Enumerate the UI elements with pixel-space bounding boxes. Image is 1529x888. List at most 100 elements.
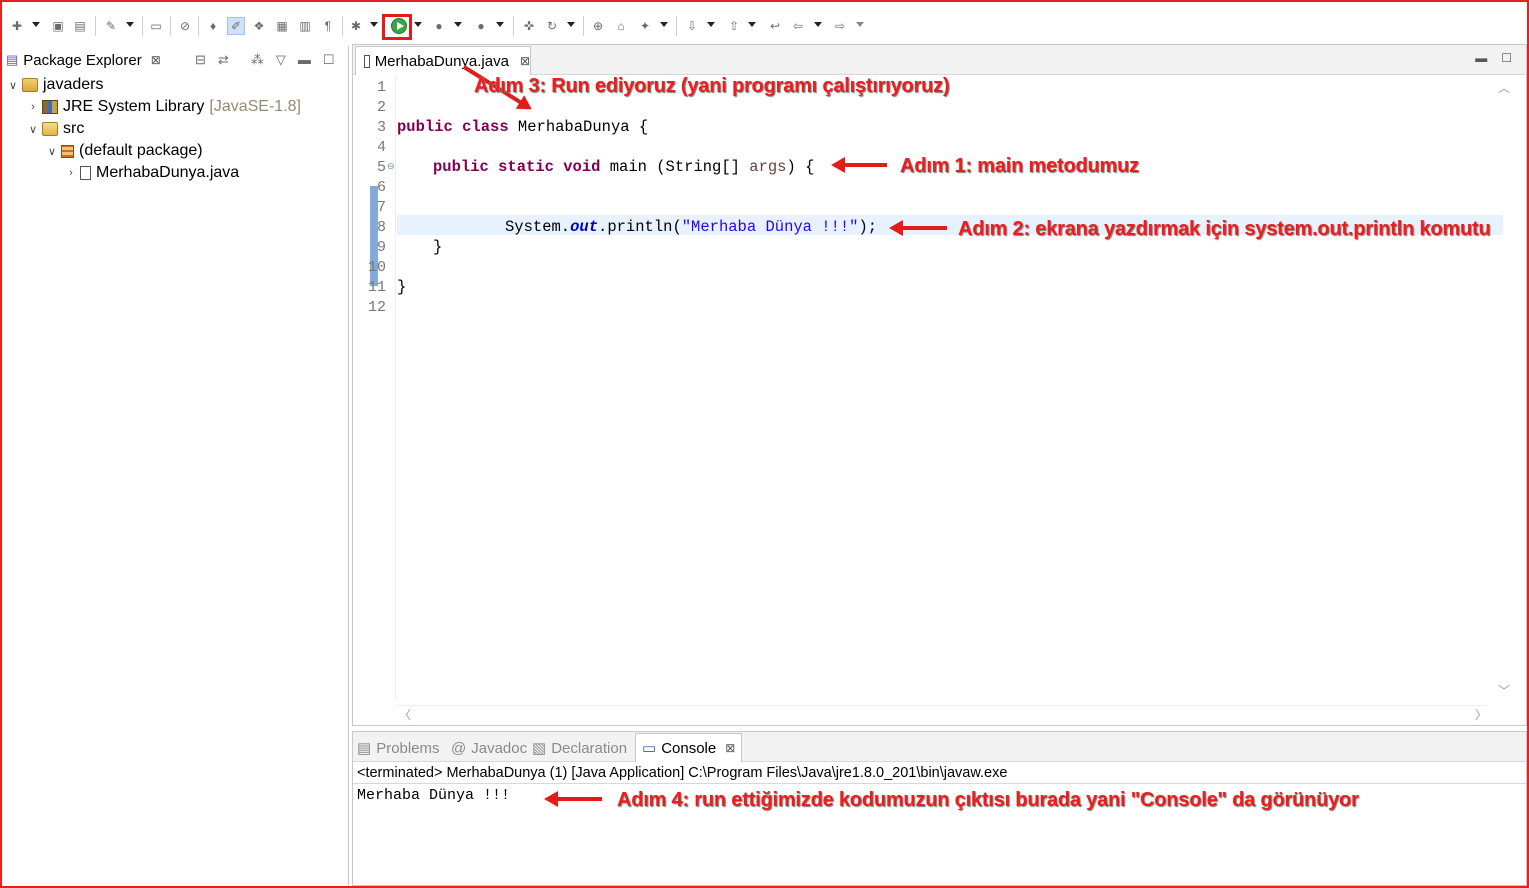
filters-icon[interactable]: ⁂ (251, 52, 264, 68)
save-all-icon[interactable]: ▤ (71, 17, 89, 35)
toolbar-separator (342, 16, 343, 36)
view-menu-icon[interactable]: ▽ (276, 52, 286, 68)
annotation-step4: Adım 4: run ettiğimizde kodumuzun çıktıs… (617, 789, 1359, 811)
previous-annotation-icon[interactable]: ⇧ (725, 17, 743, 35)
debug-icon[interactable]: ✱ (347, 17, 365, 35)
chevron-down-icon[interactable]: ∨ (45, 145, 59, 158)
show-whitespace-icon[interactable]: ¶ (319, 17, 337, 35)
code-line-8: System.out.println("Merhaba Dünya !!!"); (505, 217, 877, 237)
refresh-icon[interactable]: ↻ (543, 17, 561, 35)
scroll-left-icon[interactable]: 〈 (399, 706, 411, 723)
search-dropdown[interactable] (660, 22, 668, 27)
string-literal: "Merhaba Dünya !!!" (681, 218, 859, 236)
new-dropdown[interactable] (32, 22, 40, 27)
skip-breakpoints-icon[interactable]: ⊘ (176, 17, 194, 35)
forward-icon[interactable]: ⇨ (831, 17, 849, 35)
editor-horizontal-scrollbar[interactable]: 〈 〉 (397, 705, 1487, 723)
chevron-right-icon[interactable]: › (64, 167, 78, 179)
scroll-right-icon[interactable]: 〉 (1475, 706, 1487, 723)
maximize-icon[interactable]: ☐ (323, 52, 335, 68)
close-icon[interactable]: ⊠ (725, 741, 735, 755)
close-icon[interactable]: ⊠ (520, 54, 530, 68)
console-output[interactable]: Merhaba Dünya !!! (357, 787, 510, 804)
previous-annotation-dropdown[interactable] (748, 22, 756, 27)
next-annotation-icon[interactable]: ⇩ (683, 17, 701, 35)
line-number: 10 (367, 259, 386, 276)
run-icon[interactable] (391, 18, 407, 34)
scroll-down-icon[interactable]: ﹀ (1498, 682, 1510, 699)
coverage-dropdown[interactable] (454, 22, 462, 27)
forward-dropdown[interactable] (856, 22, 864, 27)
tree-item-label: (default package) (79, 142, 203, 159)
tree-item-src[interactable]: ∨ src (26, 118, 84, 140)
annotation-arrow-step4 (544, 791, 602, 807)
build-icon[interactable]: ✎ (102, 17, 120, 35)
tab-javadoc[interactable]: @ Javadoc (451, 738, 527, 758)
close-icon[interactable]: ⊠ (151, 53, 161, 67)
refresh-dropdown[interactable] (567, 22, 575, 27)
debug-dropdown[interactable] (370, 22, 378, 27)
tab-declaration[interactable]: ▧ Declaration (532, 738, 627, 758)
line-number: 7 (376, 199, 386, 216)
next-annotation-dropdown[interactable] (707, 22, 715, 27)
source-folder-icon (42, 122, 58, 136)
editor-vertical-scrollbar[interactable]: ︿ ﹀ (1498, 79, 1512, 699)
link-with-editor-icon[interactable]: ⇄ (218, 52, 229, 68)
tree-item-jre-library[interactable]: › JRE System Library [JavaSE-1.8] (26, 96, 301, 118)
maximize-icon[interactable]: ☐ (1501, 51, 1512, 65)
back-icon[interactable]: ⇦ (789, 17, 807, 35)
code-text: MerhabaDunya { (508, 118, 649, 136)
new-java-project-icon[interactable]: ♦ (204, 17, 222, 35)
fold-icon[interactable]: ⊖ (387, 161, 395, 172)
code-text: System. (505, 218, 571, 236)
java-file-icon (364, 54, 370, 68)
terminal-icon[interactable]: ▭ (147, 17, 165, 35)
show-whitespace-icon[interactable]: ▦ (273, 17, 291, 35)
editor-tab-merhabadunya[interactable]: MerhabaDunya.java ⊠ (355, 46, 531, 75)
mark-occurrences-icon[interactable]: ✐ (227, 17, 245, 35)
search-icon[interactable]: ✦ (636, 17, 654, 35)
chevron-right-icon[interactable]: › (26, 101, 40, 113)
open-task-icon[interactable]: ⌂ (612, 17, 630, 35)
keyword: public static void (433, 158, 601, 176)
annotation-step3: Adım 3: Run ediyoruz (yani programı çalı… (474, 75, 950, 97)
tab-problems[interactable]: ▤ Problems (357, 738, 440, 758)
tree-item-javaders[interactable]: ∨ javaders (6, 74, 104, 96)
scroll-up-icon[interactable]: ︿ (1498, 79, 1510, 96)
collapse-all-icon[interactable]: ⊟ (195, 52, 206, 68)
run-dropdown[interactable] (414, 22, 422, 27)
new-icon[interactable]: ✚ (8, 17, 26, 35)
tree-item-suffix: [JavaSE-1.8] (209, 98, 301, 115)
chevron-down-icon[interactable]: ∨ (26, 123, 40, 136)
build-dropdown[interactable] (126, 22, 134, 27)
annotation-step2: Adım 2: ekrana yazdırmak için system.out… (958, 218, 1491, 240)
chevron-down-icon[interactable]: ∨ (6, 79, 20, 92)
minimize-icon[interactable]: ▬ (298, 52, 311, 68)
bottom-tab-bar: ▤ Problems @ Javadoc ▧ Declaration ▭ Console… (353, 732, 1526, 762)
new-class-icon[interactable]: ✜ (520, 17, 538, 35)
code-text: ) { (786, 158, 815, 176)
block-selection-icon[interactable]: ▥ (296, 17, 314, 35)
toggle-breadcrumb-icon[interactable]: ❖ (250, 17, 268, 35)
project-icon (22, 78, 38, 92)
minimize-icon[interactable]: ▬ (1475, 51, 1487, 65)
external-tools-icon[interactable]: ● (472, 17, 490, 35)
coverage-icon[interactable]: ● (430, 17, 448, 35)
toolbar-separator (513, 16, 514, 36)
code-line-5: public static void main (String[] args) … (433, 157, 814, 177)
package-explorer-tab[interactable]: ▤ Package Explorer ⊠ (6, 48, 161, 72)
tree-item-default-package[interactable]: ∨ (default package) (45, 140, 203, 162)
javadoc-icon: @ (451, 739, 467, 757)
external-tools-dropdown[interactable] (496, 22, 504, 27)
editor-window-controls: ▬ ☐ (1475, 51, 1512, 65)
tree-item-merhabadunya-java[interactable]: › MerhabaDunya.java (64, 162, 239, 184)
last-edit-location-icon[interactable]: ↩ (766, 17, 784, 35)
line-number: 6 (376, 179, 386, 196)
open-type-icon[interactable]: ⊕ (589, 17, 607, 35)
back-dropdown[interactable] (814, 22, 822, 27)
main-toolbar: ✚ ▣ ▤ ✎ ▭ ⊘ ♦ ✐ ❖ ▦ ▥ ¶ ✱ ● ● ✜ ↻ ⊕ ⌂ ✦ … (2, 2, 1527, 46)
tab-console[interactable]: ▭ Console ⊠ (635, 733, 743, 762)
save-icon[interactable]: ▣ (49, 17, 67, 35)
package-explorer-title: Package Explorer (23, 51, 142, 69)
library-icon (42, 100, 58, 114)
